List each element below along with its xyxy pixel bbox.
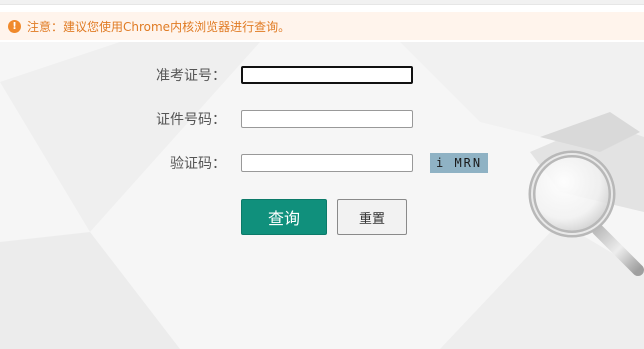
notice-text: 注意：建议您使用Chrome内核浏览器进行查询。 [27,19,291,34]
captcha-input[interactable] [241,154,413,172]
magnifier-icon [528,150,644,276]
exam-number-label: 准考证号： [156,68,226,84]
id-number-row: 证件号码： [0,109,413,129]
notice-bar: ! 注意：建议您使用Chrome内核浏览器进行查询。 [0,12,644,40]
captcha-image[interactable]: i MRN [430,153,489,173]
captcha-row: 验证码： i MRN [0,153,489,173]
exam-number-row: 准考证号： [0,65,413,85]
id-number-input[interactable] [241,110,413,128]
exclamation-icon: ! [8,19,21,33]
exam-number-input[interactable] [241,66,413,84]
reset-button[interactable]: 重置 [337,199,407,235]
query-panel: 准考证号： 证件号码： 验证码： i MRN 查询 重置 [0,42,644,349]
captcha-label: 验证码： [170,156,226,172]
query-button[interactable]: 查询 [241,199,327,235]
id-number-label: 证件号码： [156,112,226,128]
top-divider [0,0,644,5]
